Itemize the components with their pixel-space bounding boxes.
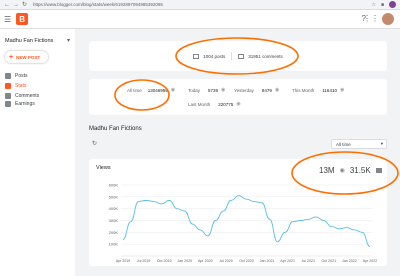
blogger-logo[interactable]: B [16,13,29,25]
eye-icon: ◉ [339,87,345,93]
y-tick-label: 500K [109,194,119,199]
views-chart: 100K 200K 300K 400K 500K 600K Apr 2019 Jul 2019… [109,183,378,264]
date-range-value: All time [336,141,351,147]
last-month-label: Last Month [188,101,211,107]
x-tick-label: Jan 2022 [342,259,357,263]
x-tick-label: Jul 2020 [219,259,233,263]
avatar[interactable] [382,13,394,25]
blog-switcher-caret-icon[interactable]: ▾ [67,37,70,44]
posts-count-chip[interactable]: 1004 posts [193,53,226,59]
blog-name[interactable]: Madhu Fan Fictions [5,38,53,44]
x-tick-label: Jul 2021 [301,259,315,263]
last-month-value: 220775 [218,101,234,107]
plus-icon: + [9,53,14,61]
sidebar-item-comments[interactable]: Comments [0,91,75,101]
total-views: 13M [319,166,335,175]
address-bar[interactable]: https://www.blogger.com/blog/stats/week/… [33,2,366,7]
sidebar: Madhu Fan Fictions ▾ + NEW POST Posts St… [0,29,75,276]
x-tick-label: Oct 2020 [239,259,254,263]
sidebar-item-label: Comments [15,93,40,99]
this-month-stat: This Month 116410 ◉ [292,87,344,93]
refresh-icon[interactable]: ↻ [92,140,97,147]
views-chart-card: 100K 200K 300K 400K 500K 600K Apr 2019 Jul 2019… [89,159,387,266]
forward-icon[interactable]: → [13,2,19,8]
total-comments: 31.5K [349,166,371,175]
main-content: 1004 posts 31951 comments All time 13046… [75,29,400,276]
chevron-down-icon: ▾ [380,141,383,146]
section-title: Madhu Fan Fictions [89,126,142,132]
x-tick-label: Apr 2020 [198,259,213,263]
chart-totals: 13M ◉ 31.5K [319,166,382,175]
screenshot-root: ← → ↻ https://www.blogger.com/blog/stats… [0,0,400,276]
today-stat: Today 5739 ◉ [188,87,225,93]
summary-card: 1004 posts 31951 comments [89,41,387,71]
comment-icon [375,168,382,173]
x-tick-label: Apr 2021 [280,259,295,263]
y-tick-label: 400K [109,206,119,211]
new-post-label: NEW POST [16,54,41,60]
sidebar-item-label: Posts [15,73,28,79]
yesterday-label: Yesterday [234,87,254,93]
reload-icon[interactable]: ↻ [22,1,27,8]
posts-icon [193,53,200,59]
new-post-button[interactable]: + NEW POST [5,51,48,63]
all-time-value: 13046959 [147,87,168,93]
date-range-select[interactable]: All time ▾ [331,139,387,149]
x-tick-label: Apr 2019 [116,259,131,263]
eye-icon: ◉ [170,87,176,93]
y-tick-label: 600K [109,183,119,188]
star-icon[interactable]: ☆ [371,2,375,8]
views-series-line [122,195,371,247]
overview-card: All time 13046959 ◉ Today 5739 ◉ Yesterd… [89,79,387,115]
sidebar-item-earnings[interactable]: Earnings [0,101,75,107]
yesterday-stat: Yesterday 8479 ◉ [234,87,279,93]
x-tick-label: Apr 2022 [363,259,378,263]
x-tick-label: Jul 2019 [137,259,151,263]
last-month-stat: Last Month 220775 ◉ [188,101,241,107]
posts-count: 1004 posts [203,53,226,59]
x-tick-label: Jan 2021 [260,259,275,263]
back-icon[interactable]: ← [4,2,10,8]
sidebar-item-posts[interactable]: Posts [0,71,75,81]
chart-title: Views [96,165,111,171]
x-tick-label: Jan 2020 [177,259,192,263]
today-label: Today [188,87,201,93]
sidebar-item-label: Earnings [15,101,35,107]
app-header: ☰ B ? ⋮⋮ [0,10,400,29]
this-month-value: 116410 [322,87,337,93]
x-tick-label: Oct 2021 [322,259,337,263]
comments-count: 31951 comments [248,53,283,59]
today-value: 5739 [208,87,219,93]
comments-icon [238,53,245,59]
y-tick-label: 200K [109,230,119,235]
eye-icon: ◉ [339,168,345,174]
eye-icon: ◉ [221,87,226,93]
stats-icon [5,83,11,89]
comments-icon [5,93,11,99]
yesterday-value: 8479 [261,87,272,93]
all-time-stat: All time 13046959 ◉ [127,87,175,93]
apps-icon[interactable]: ⋮⋮ [363,14,379,23]
comments-count-chip[interactable]: 31951 comments [238,53,283,59]
sidebar-item-label: Stats [15,83,27,89]
all-time-label: All time [127,87,142,93]
eye-icon: ◉ [274,87,280,93]
y-tick-label: 100K [109,242,119,247]
sidebar-item-stats[interactable]: Stats [0,81,75,91]
profile-icon[interactable] [389,1,396,8]
eye-icon: ◉ [236,101,241,107]
posts-icon [5,73,11,79]
y-tick-label: 300K [109,218,119,223]
browser-toolbar: ← → ↻ https://www.blogger.com/blog/stats… [0,0,400,10]
this-month-label: This Month [292,87,315,93]
hamburger-menu-icon[interactable]: ☰ [4,15,11,24]
earnings-icon [5,101,11,107]
divider [231,52,233,60]
extension-icon[interactable]: ■ [381,2,384,8]
sidebar-nav: Posts Stats Comments Earnings [0,71,75,107]
x-tick-label: Oct 2019 [157,259,172,263]
